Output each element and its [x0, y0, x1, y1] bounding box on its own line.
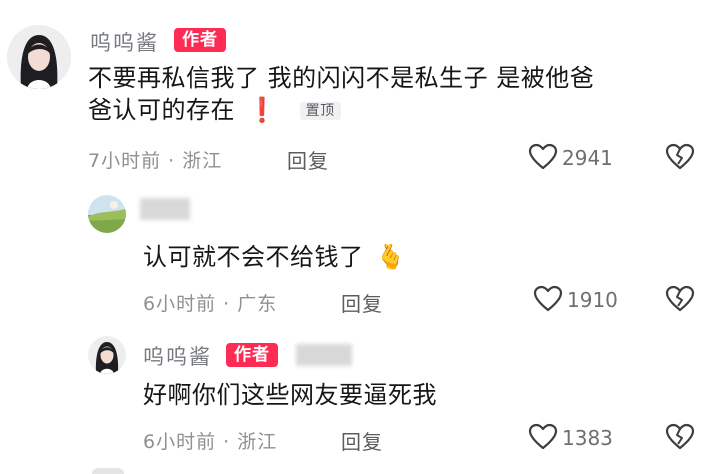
dislike-button[interactable] [665, 423, 695, 455]
broken-heart-icon [665, 285, 695, 312]
reply-button[interactable]: 回复 [341, 426, 383, 455]
heart-outline-icon [533, 285, 563, 312]
timestamp-location: 6小时前 · 广东 [143, 293, 278, 315]
like-count: 2941 [562, 146, 613, 170]
author-badge: 作者 [226, 343, 278, 367]
dislike-button[interactable] [665, 285, 695, 317]
avatar[interactable] [7, 25, 71, 89]
comment-text: 认可就不会不给钱了 🫰 [143, 241, 406, 273]
timestamp-location: 7小时前 · 浙江 [88, 150, 223, 172]
broken-heart-icon [665, 423, 695, 450]
heart-outline-icon [528, 143, 558, 170]
comment-text-line-1: 不要再私信我了 我的闪闪不是私生子 是被他爸 [88, 64, 595, 92]
pinned-badge: 置顶 [299, 102, 341, 120]
broken-heart-icon [665, 143, 695, 170]
comment-text: 好啊你们这些网友要逼死我 [143, 381, 437, 409]
next-comment-avatar-partial [92, 468, 124, 474]
like-button[interactable] [528, 143, 558, 175]
author-badge: 作者 [174, 28, 226, 52]
comment-text-end: 爸认可的存在 [88, 96, 235, 124]
reply-button[interactable]: 回复 [287, 145, 329, 174]
like-button[interactable] [533, 285, 563, 317]
comment-text-line-2: 爸认可的存在 ❗ 置顶 [88, 94, 698, 126]
comment-text-body: 认可就不会不给钱了 [143, 243, 364, 271]
heart-outline-icon [528, 423, 558, 450]
exclamation-emoji: ❗ [247, 96, 278, 124]
dislike-button[interactable] [665, 143, 695, 175]
like-button[interactable] [528, 423, 558, 455]
avatar[interactable] [88, 336, 126, 374]
timestamp-location: 6小时前 · 浙江 [143, 431, 278, 453]
username[interactable]: 呜呜酱 [143, 341, 212, 371]
like-count: 1910 [567, 288, 618, 312]
username-redacted [140, 198, 190, 220]
like-count: 1383 [562, 426, 613, 450]
reply-target-redacted [296, 344, 352, 366]
avatar[interactable] [88, 195, 126, 233]
username[interactable]: 呜呜酱 [90, 27, 159, 57]
finger-heart-emoji: 🫰 [375, 243, 407, 271]
comment-text: 不要再私信我了 我的闪闪不是私生子 是被他爸 爸认可的存在 ❗ 置顶 [88, 62, 698, 126]
reply-button[interactable]: 回复 [341, 288, 383, 317]
